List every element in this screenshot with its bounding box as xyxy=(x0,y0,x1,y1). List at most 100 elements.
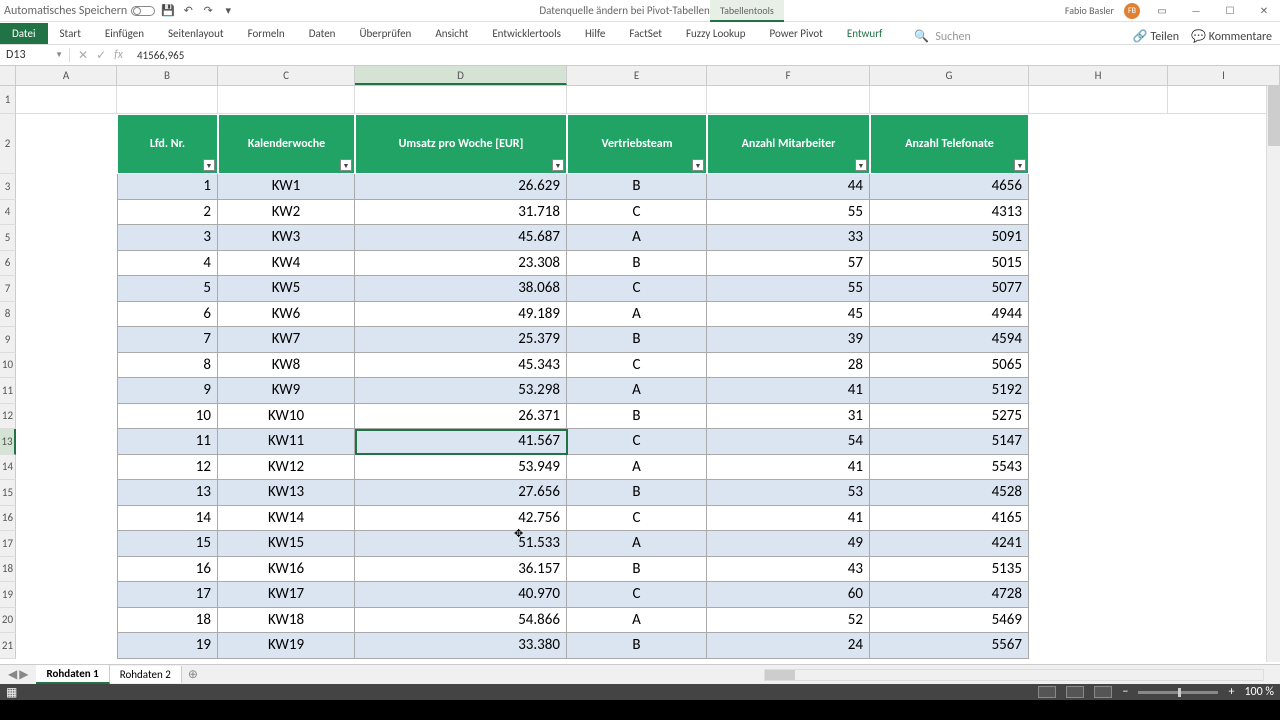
tab-help[interactable]: Hilfe xyxy=(573,23,617,44)
table-cell[interactable]: 40.970 xyxy=(355,582,567,608)
filter-dropdown-icon[interactable]: ▼ xyxy=(692,159,704,171)
table-cell[interactable]: 5091 xyxy=(870,225,1029,251)
table-row[interactable]: 4KW423.308B575015 xyxy=(117,251,1029,277)
tab-view[interactable]: Ansicht xyxy=(423,23,480,44)
table-cell[interactable]: KW16 xyxy=(218,557,355,583)
table-cell[interactable]: 41 xyxy=(707,378,870,404)
scroll-thumb[interactable] xyxy=(1268,86,1280,146)
view-pagebreak-icon[interactable] xyxy=(1094,686,1112,698)
table-cell[interactable]: 19 xyxy=(117,633,218,659)
cells-area[interactable]: Lfd. Nr.▼Kalenderwoche▼Umsatz pro Woche … xyxy=(16,86,1280,664)
table-cell[interactable]: B xyxy=(567,174,707,200)
fx-icon[interactable]: fx xyxy=(114,48,123,62)
table-cell[interactable]: C xyxy=(567,582,707,608)
table-cell[interactable]: 14 xyxy=(117,506,218,532)
table-cell[interactable]: KW15 xyxy=(218,531,355,557)
table-cell[interactable]: 54.866 xyxy=(355,608,567,634)
table-cell[interactable]: A xyxy=(567,455,707,481)
table-cell[interactable]: 23.308 xyxy=(355,251,567,277)
table-row[interactable]: 9KW953.298A415192 xyxy=(117,378,1029,404)
table-cell[interactable]: 49 xyxy=(707,531,870,557)
table-cell[interactable]: 52 xyxy=(707,608,870,634)
table-cell[interactable]: 39 xyxy=(707,327,870,353)
table-cell[interactable]: 12 xyxy=(117,455,218,481)
table-cell[interactable]: KW2 xyxy=(218,200,355,226)
table-cell[interactable]: 5275 xyxy=(870,404,1029,430)
table-cell[interactable]: 38.068 xyxy=(355,276,567,302)
table-cell[interactable]: 51.533 xyxy=(355,531,567,557)
toggle-switch-icon[interactable] xyxy=(131,6,155,16)
table-cell[interactable]: 41.567 xyxy=(355,429,567,455)
table-row[interactable]: 17KW1740.970C604728 xyxy=(117,582,1029,608)
row-header-18[interactable]: 18 xyxy=(0,557,16,583)
table-cell[interactable]: 10 xyxy=(117,404,218,430)
table-cell[interactable]: 5469 xyxy=(870,608,1029,634)
table-cell[interactable]: 4241 xyxy=(870,531,1029,557)
save-icon[interactable]: 💾 xyxy=(161,4,175,18)
view-normal-icon[interactable] xyxy=(1038,686,1056,698)
filter-dropdown-icon[interactable]: ▼ xyxy=(552,159,564,171)
table-cell[interactable]: 5077 xyxy=(870,276,1029,302)
table-cell[interactable]: B xyxy=(567,404,707,430)
table-cell[interactable]: 43 xyxy=(707,557,870,583)
table-cell[interactable]: 2 xyxy=(117,200,218,226)
chevron-down-icon[interactable]: ▼ xyxy=(55,50,63,60)
table-cell[interactable]: 4165 xyxy=(870,506,1029,532)
table-cell[interactable]: KW5 xyxy=(218,276,355,302)
row-header-21[interactable]: 21 xyxy=(0,633,16,659)
table-row[interactable]: 7KW725.379B394594 xyxy=(117,327,1029,353)
table-row[interactable]: 10KW1026.371B315275 xyxy=(117,404,1029,430)
table-cell[interactable]: 15 xyxy=(117,531,218,557)
table-cell[interactable]: 53.949 xyxy=(355,455,567,481)
tab-design[interactable]: Entwurf xyxy=(835,23,895,44)
tell-me-search[interactable]: 🔍 Suchen xyxy=(914,29,970,44)
table-cell[interactable]: 26.371 xyxy=(355,404,567,430)
table-cell[interactable]: 41 xyxy=(707,455,870,481)
tab-start[interactable]: Start xyxy=(48,23,93,44)
table-cell[interactable]: 53.298 xyxy=(355,378,567,404)
table-cell[interactable]: KW8 xyxy=(218,353,355,379)
table-cell[interactable]: B xyxy=(567,251,707,277)
table-cell[interactable]: KW14 xyxy=(218,506,355,532)
table-row[interactable]: 19KW1933.380B245567 xyxy=(117,633,1029,659)
table-header[interactable]: Vertriebsteam▼ xyxy=(567,114,707,174)
tab-formulas[interactable]: Formeln xyxy=(236,23,297,44)
table-cell[interactable]: 60 xyxy=(707,582,870,608)
table-cell[interactable]: A xyxy=(567,378,707,404)
table-cell[interactable]: 55 xyxy=(707,200,870,226)
scroll-thumb[interactable] xyxy=(765,670,795,680)
zoom-out-icon[interactable]: − xyxy=(1122,685,1128,699)
table-cell[interactable]: 49.189 xyxy=(355,302,567,328)
tab-insert[interactable]: Einfügen xyxy=(93,23,156,44)
row-header-5[interactable]: 5 xyxy=(0,225,16,251)
filter-dropdown-icon[interactable]: ▼ xyxy=(340,159,352,171)
table-cell[interactable]: 45.343 xyxy=(355,353,567,379)
table-row[interactable]: 2KW231.718C554313 xyxy=(117,200,1029,226)
row-header-15[interactable]: 15 xyxy=(0,480,16,506)
column-header-C[interactable]: C xyxy=(218,66,355,85)
table-row[interactable]: 1KW126.629B444656 xyxy=(117,174,1029,200)
table-cell[interactable]: 4313 xyxy=(870,200,1029,226)
table-cell[interactable]: 11 xyxy=(117,429,218,455)
row-header-12[interactable]: 12 xyxy=(0,404,16,430)
table-cell[interactable]: 55 xyxy=(707,276,870,302)
row-header-13[interactable]: 13 xyxy=(0,429,16,455)
table-cell[interactable]: 5192 xyxy=(870,378,1029,404)
sheet-tab-2[interactable]: Rohdaten 2 xyxy=(110,666,182,683)
table-cell[interactable]: B xyxy=(567,480,707,506)
table-cell[interactable]: 41 xyxy=(707,506,870,532)
table-cell[interactable]: C xyxy=(567,276,707,302)
zoom-level[interactable]: 100 % xyxy=(1244,685,1274,699)
table-cell[interactable]: KW11 xyxy=(218,429,355,455)
filter-dropdown-icon[interactable]: ▼ xyxy=(203,159,215,171)
table-row[interactable]: 18KW1854.866A525469 xyxy=(117,608,1029,634)
table-cell[interactable]: C xyxy=(567,506,707,532)
table-row[interactable]: 6KW649.189A454944 xyxy=(117,302,1029,328)
table-cell[interactable]: KW6 xyxy=(218,302,355,328)
row-header-1[interactable]: 1 xyxy=(0,86,16,114)
table-row[interactable]: 11KW1141.567C545147 xyxy=(117,429,1029,455)
table-row[interactable]: 5KW538.068C555077 xyxy=(117,276,1029,302)
table-cell[interactable]: KW10 xyxy=(218,404,355,430)
table-cell[interactable]: 4944 xyxy=(870,302,1029,328)
autosave-toggle[interactable]: Automatisches Speichern xyxy=(4,4,155,18)
